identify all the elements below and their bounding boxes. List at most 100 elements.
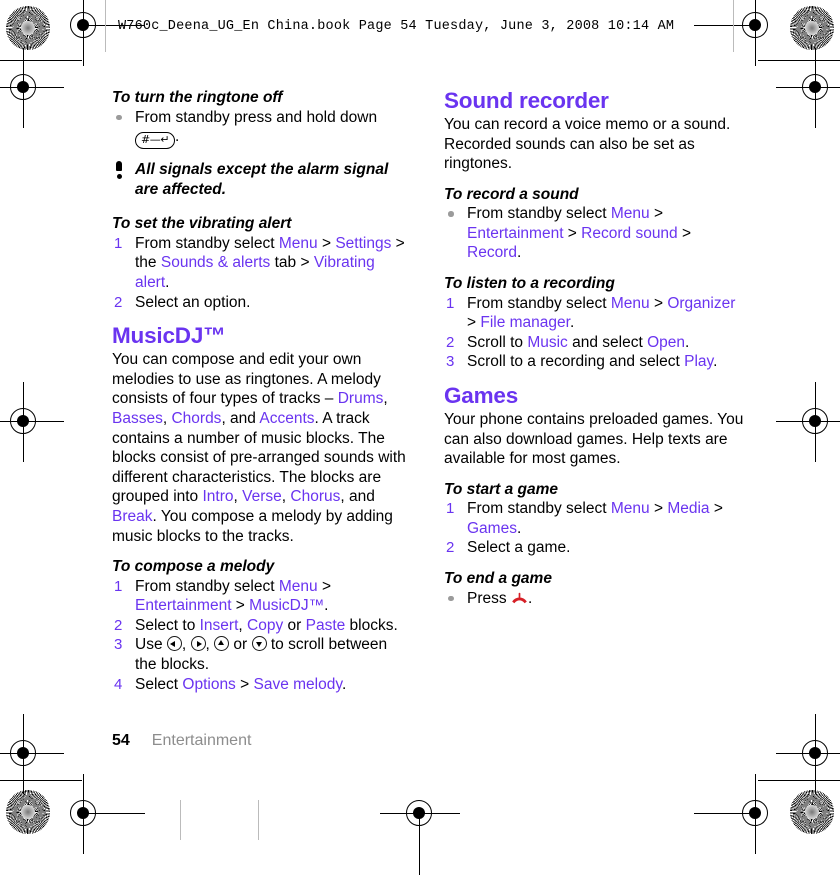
ui-reference: Menu: [610, 205, 650, 223]
ui-reference: Save melody: [253, 675, 342, 693]
list-item: 1 From standby select Menu > Settings > t…: [112, 234, 412, 293]
step-number: 2: [446, 333, 455, 351]
plain-text: >: [709, 500, 723, 518]
ui-reference: Menu: [278, 577, 318, 595]
bullet-list-ringtone-off: From standby press and hold down #—↵.: [112, 108, 412, 150]
bullet-marker: [448, 595, 454, 601]
ui-reference: Chords: [171, 409, 222, 427]
plain-text: , and: [221, 409, 260, 427]
step-text: From standby select Menu > Entertainment…: [467, 205, 691, 261]
nav-down-key-icon: [251, 636, 267, 652]
ui-reference: Verse: [242, 488, 282, 506]
list-item: From standby select Menu > Entertainment…: [444, 204, 744, 263]
list-item: 2 Select a game.: [444, 538, 744, 558]
footer-page-number: 54: [112, 732, 130, 749]
footer-chapter-name: Entertainment: [151, 732, 252, 749]
procedure-title-end-game: To end a game: [444, 570, 552, 587]
plain-text: >: [649, 205, 663, 223]
plain-text: Scroll to a recording and select: [467, 353, 685, 371]
list-item: 2 Select an option.: [112, 293, 412, 313]
plain-text: blocks.: [345, 616, 398, 634]
plain-text: Scroll to: [467, 333, 528, 351]
nav-up-key-icon: [214, 636, 230, 652]
step-list-vibrating-alert: 1 From standby select Menu > Settings > t…: [112, 234, 412, 312]
plain-text: .: [713, 353, 718, 371]
step-list-compose-melody: 1 From standby select Menu > Entertainmen…: [112, 577, 412, 695]
plain-text: . You compose a melody by adding music b…: [112, 507, 393, 545]
ui-reference: Menu: [278, 234, 318, 252]
ui-reference: Accents: [259, 409, 315, 427]
list-item: 3 Scroll to a recording and select Play.: [444, 352, 744, 372]
plain-text: From standby select: [467, 500, 611, 518]
section-title-games: Games: [444, 382, 519, 408]
step-number: 3: [446, 353, 455, 371]
games-intro-paragraph: Your phone contains preloaded games. You…: [444, 410, 744, 468]
left-column: To turn the ringtone off From standby pr…: [112, 88, 412, 694]
ui-reference: Menu: [610, 500, 650, 518]
ui-reference: Games: [467, 519, 517, 537]
ui-reference: Record: [467, 244, 517, 262]
section-title-sound-recorder: Sound recorder: [444, 88, 609, 113]
ui-reference: Settings: [335, 234, 392, 252]
ui-reference: Insert: [199, 616, 239, 634]
plain-text: From standby select: [467, 294, 611, 312]
ui-reference: Paste: [305, 616, 346, 634]
plain-text: .: [516, 244, 522, 262]
bullet-marker: [116, 114, 122, 120]
ui-reference: Open: [647, 333, 685, 351]
step-number: 1: [114, 577, 123, 595]
plain-text: >: [467, 314, 481, 332]
ui-reference: File manager: [480, 314, 570, 332]
step-text-before-key: Press: [467, 589, 511, 607]
ui-reference: Copy: [247, 616, 284, 634]
plain-text: ,: [238, 616, 248, 634]
plain-text: .: [685, 333, 690, 351]
list-item: 1 From standby select Menu > Entertainmen…: [112, 577, 412, 616]
ui-reference: Record sound: [581, 224, 678, 242]
plain-text: and select: [567, 333, 648, 351]
end-call-key-icon: [511, 591, 528, 604]
procedure-title-record-sound: To record a sound: [444, 185, 579, 203]
step-number: 2: [114, 616, 123, 634]
plain-text: ,: [383, 390, 388, 408]
plain-text: or: [283, 616, 306, 634]
plain-text: .: [516, 519, 522, 537]
nav-left-key-icon: [166, 636, 182, 652]
ui-reference: Organizer: [667, 294, 736, 312]
list-item: 1 From standby select Menu > Media > Game…: [444, 499, 744, 538]
sound-recorder-intro-paragraph: You can record a voice memo or a sound. …: [444, 116, 731, 173]
step-text-before-key: From standby press and hold down: [135, 108, 378, 126]
ui-reference: Chorus: [290, 488, 341, 506]
plain-text: >: [231, 597, 250, 615]
step-number: 1: [446, 500, 455, 518]
plain-text: Select to: [135, 616, 200, 634]
list-item: Press .: [444, 589, 744, 609]
step-text-after-key: .: [174, 128, 180, 146]
ui-reference: Basses: [112, 409, 163, 427]
list-item: 4 Select Options > Save melody.: [112, 675, 412, 695]
plain-text: >: [649, 500, 668, 518]
procedure-title-compose-melody: To compose a melody: [112, 558, 275, 576]
ui-reference: Entertainment: [135, 597, 232, 615]
step-number: 2: [114, 293, 123, 311]
step-number: 4: [114, 675, 123, 693]
ui-reference: Music: [527, 333, 568, 351]
plain-text: >: [649, 294, 668, 312]
plain-text: .: [569, 314, 575, 332]
list-item: 2 Scroll to Music and select Open.: [444, 333, 744, 353]
plain-text: >: [317, 577, 331, 595]
note-block: All signals except the alarm signal are …: [112, 160, 412, 199]
note-text: All signals except the alarm signal are …: [135, 161, 389, 198]
hash-key-icon: #—↵: [135, 132, 175, 150]
plain-text: Select: [135, 675, 183, 693]
procedure-title-vibrating-alert: To set the vibrating alert: [112, 215, 292, 233]
list-item: 2 Select to Insert, Copy or Paste blocks.: [112, 616, 412, 636]
plain-text: .: [165, 273, 170, 291]
page-body: To turn the ringtone off From standby pr…: [0, 0, 840, 840]
procedure-title-start-game: To start a game: [444, 480, 558, 498]
